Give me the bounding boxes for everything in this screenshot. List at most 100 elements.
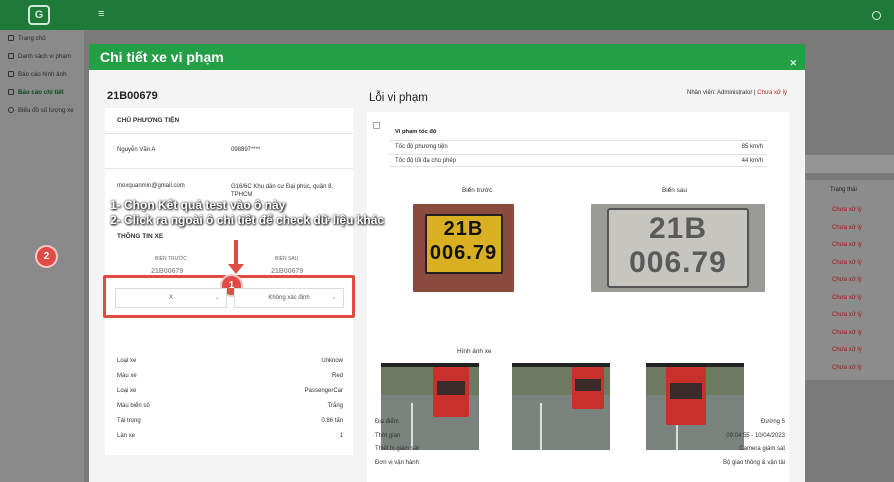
vehicle-row-value: 0.86 tấn <box>321 418 343 424</box>
modal-header: Chi tiết xe vi phạm ✕ <box>89 44 805 70</box>
instruction-line-2: 2- Click ra ngoài ô chi tiết để check dữ… <box>110 213 385 227</box>
staff-info: Nhân viên: Administrator | Chưa xử lý <box>687 90 787 96</box>
sidebar-item-vehicle-chart[interactable]: Biểu đồ số lượng xe <box>8 104 74 116</box>
owner-name: Nguyễn Văn A <box>117 147 156 153</box>
sidebar-item-detail-report[interactable]: Báo cáo chi tiết <box>8 86 64 98</box>
divider <box>105 168 353 169</box>
hamburger-menu-icon[interactable]: ≡ <box>98 9 108 20</box>
violation-card: Vi phạm tốc độ Tốc độ phương tiện 85 km/… <box>367 112 789 482</box>
violation-row-value: 85 km/h <box>741 144 763 150</box>
staff-label: Nhân viên: Administrator | <box>687 90 756 96</box>
background-status-cell: Chưa xử lý <box>832 207 862 213</box>
violation-row-label: Tốc độ tối đa cho phép <box>395 158 457 164</box>
sidebar-item-label: Danh sách vi phạm <box>18 52 71 60</box>
info-row: Thời gian 09:04:55 - 10/04/2023 <box>375 433 785 439</box>
info-row-value: 09:04:55 - 10/04/2023 <box>726 432 785 439</box>
sidebar-item-home[interactable]: Trang chủ <box>8 32 46 44</box>
background-filter-bar <box>804 155 894 173</box>
modal-title: Chi tiết xe vi phạm <box>100 49 224 65</box>
sidebar-item-image-report[interactable]: Báo cáo hình ảnh <box>8 68 67 80</box>
vehicle-row-label: Tải trọng <box>117 418 141 424</box>
violation-row: Tốc độ tối đa cho phép 44 km/h <box>389 154 767 167</box>
info-row-label: Thiết bị giám sát <box>375 446 420 452</box>
violation-row-value: 44 km/h <box>741 158 763 164</box>
divider <box>105 133 353 134</box>
sidebar-item-label: Biểu đồ số lượng xe <box>18 106 74 114</box>
vehicle-row-label: Loại xe <box>117 358 137 364</box>
plate-before-label: BIỂN TRƯỚC <box>155 256 187 262</box>
info-row: Địa điểm Đường 5 <box>375 419 785 425</box>
info-row: Đơn vị vận hành Bộ giao thông & vận tải <box>375 460 785 466</box>
top-bar: G ≡ <box>0 0 894 30</box>
violation-heading: Lỗi vi phạm <box>369 92 428 104</box>
background-status-cell: Chưa xử lý <box>832 347 862 353</box>
document-icon <box>8 89 14 95</box>
vehicle-row-value: Trắng <box>327 403 343 409</box>
info-row-label: Thời gian <box>375 432 401 439</box>
staff-status: Chưa xử lý <box>757 90 787 96</box>
owner-email: moxquanmin@gmail.com <box>117 183 185 189</box>
vehicle-row-label: Màu xe <box>117 373 137 379</box>
sidebar-item-violations[interactable]: Danh sách vi phạm <box>8 50 71 62</box>
owner-phone: 098897**** <box>231 147 261 153</box>
rear-plate-label: Biển sau <box>662 187 687 194</box>
vehicle-row-value: Red <box>331 373 343 379</box>
violation-checkbox[interactable] <box>373 122 380 129</box>
close-icon[interactable]: ✕ <box>789 50 797 76</box>
vehicle-row-value: PassengerCar <box>304 388 343 394</box>
background-status-cell: Chưa xử lý <box>832 364 862 371</box>
violation-detail-modal: Chi tiết xe vi phạm ✕ 21B00679 CHỦ PHƯƠN… <box>89 44 805 482</box>
vehicle-row-label: Làn xe <box>117 433 136 439</box>
background-status-cell: Chưa xử lý <box>832 312 862 318</box>
violation-row-label: Tốc độ phương tiện <box>395 144 448 150</box>
background-status-cell: Chưa xử lý <box>832 294 862 301</box>
vehicle-row-value: Unknow <box>321 358 343 364</box>
info-row: Thiết bị giám sát Camera giám sát <box>375 446 785 452</box>
vehicle-row-label: Màu biển số <box>117 403 150 409</box>
violation-box: Vi phạm tốc độ Tốc độ phương tiện 85 km/… <box>373 122 767 170</box>
info-row-label: Địa điểm <box>375 419 399 425</box>
background-status-cell: Chưa xử lý <box>832 224 862 231</box>
select-value: Không xác định <box>268 295 310 301</box>
sidebar-item-label: Báo cáo chi tiết <box>18 88 64 96</box>
chevron-down-icon: ⌄ <box>331 294 337 301</box>
plate-after-select[interactable]: Không xác định ⌄ <box>234 288 344 308</box>
plate-before-value: 21B00679 <box>151 268 184 275</box>
plate-image-line1: 21B <box>648 212 708 245</box>
plate-before-select[interactable]: X ⌄ <box>115 288 227 308</box>
front-plate-label: Biển trước <box>462 187 493 194</box>
sidebar-item-label: Báo cáo hình ảnh <box>18 70 67 78</box>
background-status-header: Trạng thái <box>830 187 857 193</box>
chart-icon <box>8 107 14 113</box>
instruction-line-1: 1- Chọn Kết quả test vào ô này <box>110 198 286 212</box>
plate-image-line2: 006.79 <box>629 246 727 279</box>
plate-after-label: BIỂN SAU <box>275 256 299 262</box>
front-plate-image[interactable]: 21B 006.79 <box>413 204 514 292</box>
background-status-cell: Chưa xử lý <box>832 277 862 283</box>
chevron-down-icon: ⌄ <box>214 294 220 301</box>
vehicle-row-value: 1 <box>339 433 343 439</box>
sidebar-item-label: Trang chủ <box>18 34 46 42</box>
rear-plate-image[interactable]: 21B 006.79 <box>591 204 765 292</box>
vehicle-images-label: Hình ảnh xe <box>457 348 492 355</box>
annotation-marker-2: 2 <box>37 247 56 266</box>
image-icon <box>8 71 14 77</box>
background-status-cell: Chưa xử lý <box>832 242 862 248</box>
plate-number-title: 21B00679 <box>107 90 158 102</box>
info-row-value: Bộ giao thông & vận tải <box>722 459 785 466</box>
plate-after-value: 21B00679 <box>271 268 304 275</box>
list-icon <box>8 53 14 59</box>
power-icon[interactable] <box>872 11 881 20</box>
home-icon <box>8 35 14 41</box>
info-row-label: Đơn vị vận hành <box>375 459 419 466</box>
violation-title: Vi phạm tốc độ <box>395 129 437 135</box>
plate-image-line1: 21B <box>443 218 484 240</box>
owner-address: G16/6C Khu dân cư Đại phúc, quận 8, TPHC… <box>231 184 334 198</box>
owner-section-title: CHỦ PHƯƠNG TIỆN <box>117 117 180 124</box>
vehicle-row-label: Loại xe <box>117 388 137 394</box>
violation-row: Tốc độ phương tiện 85 km/h <box>389 140 767 153</box>
logo-icon[interactable]: G <box>28 5 50 25</box>
select-value: X <box>168 295 173 301</box>
background-status-cell: Chưa xử lý <box>832 329 862 336</box>
info-row-value: Đường 5 <box>761 419 785 425</box>
